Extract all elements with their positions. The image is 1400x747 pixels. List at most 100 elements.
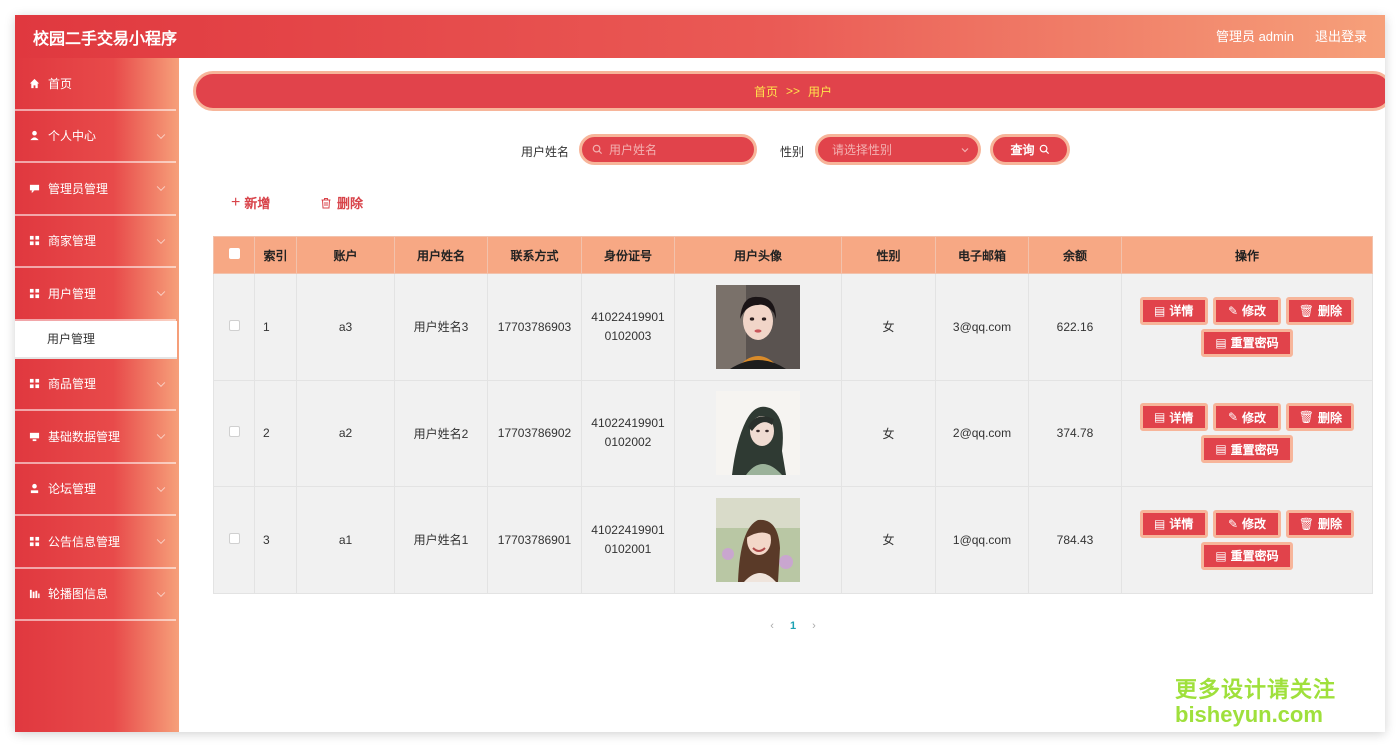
cell-id-number: 41022419901 0102001 [581, 486, 675, 594]
name-search-input[interactable]: 用户姓名 [579, 134, 757, 165]
edit-button[interactable]: ✎ 修改 [1213, 509, 1281, 538]
cell-actions: ▤ 详情 ✎ 修改 🗑 删除 ▤ 重置密码 [1121, 486, 1373, 594]
sidebar: 首页 个人中心 管理员管理 商家管理 用户管理 用户管理 商品管理 基础数据管理… [15, 58, 179, 732]
cell-gender: 女 [841, 273, 936, 381]
sidebar-item-users[interactable]: 用户管理 [15, 268, 176, 321]
next-page-button[interactable]: › [812, 620, 816, 632]
sidebar-item-merchants[interactable]: 商家管理 [15, 216, 176, 268]
users-table: 索引 账户 用户姓名 联系方式 身份证号 用户头像 性别 电子邮箱 余额 操作 … [213, 236, 1373, 594]
sidebar-subitem-users[interactable]: 用户管理 [15, 320, 177, 359]
cell-balance: 374.78 [1028, 379, 1122, 487]
row-checkbox[interactable] [228, 319, 240, 331]
chevron-down-icon [156, 130, 166, 139]
cell-email: 1@qq.com [935, 486, 1029, 594]
cell-email: 3@qq.com [935, 273, 1029, 381]
sidebar-item-admins[interactable]: 管理员管理 [15, 163, 176, 216]
col-account: 账户 [296, 236, 395, 274]
query-button[interactable]: 查询 [990, 134, 1070, 165]
avatar[interactable] [716, 284, 800, 369]
sidebar-item-home[interactable]: 首页 [15, 58, 176, 111]
pencil-icon: ✎ [1227, 303, 1239, 318]
col-index: 索引 [254, 236, 297, 274]
cell-account: a3 [296, 273, 395, 381]
chat-icon [29, 184, 40, 193]
id-part-2: 0102003 [604, 328, 652, 343]
sidebar-item-notices[interactable]: 公告信息管理 [15, 516, 176, 569]
chevron-down-icon [156, 535, 166, 545]
gender-select[interactable]: 请选择性别 [815, 134, 981, 165]
row-checkbox[interactable] [228, 426, 240, 438]
cell-phone: 17703786903 [487, 273, 582, 381]
delete-button[interactable]: 🗑 删除 [1286, 296, 1355, 325]
id-part-1: 41022419901 [591, 522, 665, 537]
delete-button[interactable]: 🗑 删除 [1286, 403, 1355, 432]
breadcrumb-current: 用户 [808, 84, 833, 99]
gender-select-placeholder: 请选择性别 [832, 143, 893, 157]
breadcrumb-home[interactable]: 首页 [754, 83, 778, 100]
add-button[interactable]: + 新增 [231, 193, 270, 212]
trash-icon [321, 197, 331, 208]
reset-password-label: 重置密码 [1230, 549, 1279, 564]
search-form: 用户姓名 用户姓名 性别 请选择性别 查询 [179, 134, 1385, 166]
bulk-delete-button[interactable]: 删除 [320, 193, 363, 212]
detail-button[interactable]: ▤ 详情 [1139, 296, 1208, 325]
reset-password-button[interactable]: ▤ 重置密码 [1201, 541, 1293, 570]
cell-name: 用户姓名3 [394, 273, 488, 381]
page-number-current[interactable]: 1 [790, 620, 796, 632]
trash-icon: 🗑 [1298, 410, 1314, 425]
col-name: 用户姓名 [394, 236, 488, 274]
person-icon [30, 484, 39, 494]
pagination: ‹ 1 › [179, 620, 1385, 632]
avatar[interactable] [716, 497, 800, 582]
cell-email: 2@qq.com [935, 379, 1029, 487]
document-icon: ▤ [1153, 410, 1166, 425]
sidebar-item-label: 基础数据管理 [48, 429, 121, 444]
document-icon: ▤ [1153, 303, 1166, 318]
plus-icon: + [231, 193, 241, 211]
edit-button[interactable]: ✎ 修改 [1213, 403, 1281, 432]
sidebar-item-basic-data[interactable]: 基础数据管理 [15, 411, 176, 464]
delete-button[interactable]: 🗑 删除 [1286, 509, 1355, 538]
id-part-1: 41022419901 [591, 416, 665, 431]
watermark: 更多设计请关注 bisheyun.com [1175, 672, 1336, 728]
avatar[interactable] [716, 391, 800, 476]
col-gender: 性别 [841, 236, 936, 274]
cell-id-number: 41022419901 0102002 [581, 379, 675, 487]
table-header-row: 索引 账户 用户姓名 联系方式 身份证号 用户头像 性别 电子邮箱 余额 操作 [213, 236, 1373, 274]
detail-button[interactable]: ▤ 详情 [1139, 403, 1208, 432]
row-select-cell [213, 273, 255, 381]
sidebar-item-label: 首页 [48, 76, 73, 91]
sidebar-item-label: 商家管理 [48, 234, 97, 249]
logout-link[interactable]: 退出登录 [1315, 26, 1367, 45]
search-icon [1039, 144, 1049, 155]
cell-index: 2 [254, 379, 297, 487]
sidebar-item-forum[interactable]: 论坛管理 [15, 464, 176, 516]
cell-account: a1 [296, 486, 395, 594]
table-row: 2 a2 用户姓名2 17703786902 41022419901 010200… [213, 379, 1373, 487]
reset-password-label: 重置密码 [1230, 442, 1279, 457]
cell-balance: 784.43 [1028, 486, 1122, 594]
grid-icon [29, 379, 40, 389]
detail-label: 详情 [1169, 517, 1194, 532]
cell-avatar [674, 379, 842, 487]
detail-button[interactable]: ▤ 详情 [1139, 509, 1208, 538]
select-all-checkbox[interactable] [228, 248, 240, 259]
watermark-line-2: bisheyun.com [1175, 702, 1323, 727]
add-button-label: 新增 [244, 196, 271, 211]
reset-password-button[interactable]: ▤ 重置密码 [1201, 435, 1293, 464]
sidebar-item-carousel[interactable]: 轮播图信息 [15, 569, 176, 621]
sidebar-item-label: 商品管理 [48, 377, 97, 392]
table-row: 1 a3 用户姓名3 17703786903 41022419901 010200… [213, 273, 1373, 381]
cell-phone: 17703786901 [487, 486, 582, 594]
prev-page-button[interactable]: ‹ [770, 620, 774, 632]
breadcrumb: 首页 >> 用户 [193, 71, 1385, 111]
row-checkbox[interactable] [228, 532, 240, 544]
sidebar-item-products[interactable]: 商品管理 [15, 359, 176, 411]
edit-button[interactable]: ✎ 修改 [1213, 296, 1281, 325]
reset-password-button[interactable]: ▤ 重置密码 [1201, 328, 1293, 357]
delete-label: 删除 [1317, 304, 1342, 319]
top-bar: 校园二手交易小程序 管理员 admin 退出登录 [15, 15, 1385, 58]
sidebar-item-label: 论坛管理 [48, 482, 97, 497]
col-actions: 操作 [1121, 236, 1373, 274]
sidebar-item-profile[interactable]: 个人中心 [15, 111, 176, 163]
